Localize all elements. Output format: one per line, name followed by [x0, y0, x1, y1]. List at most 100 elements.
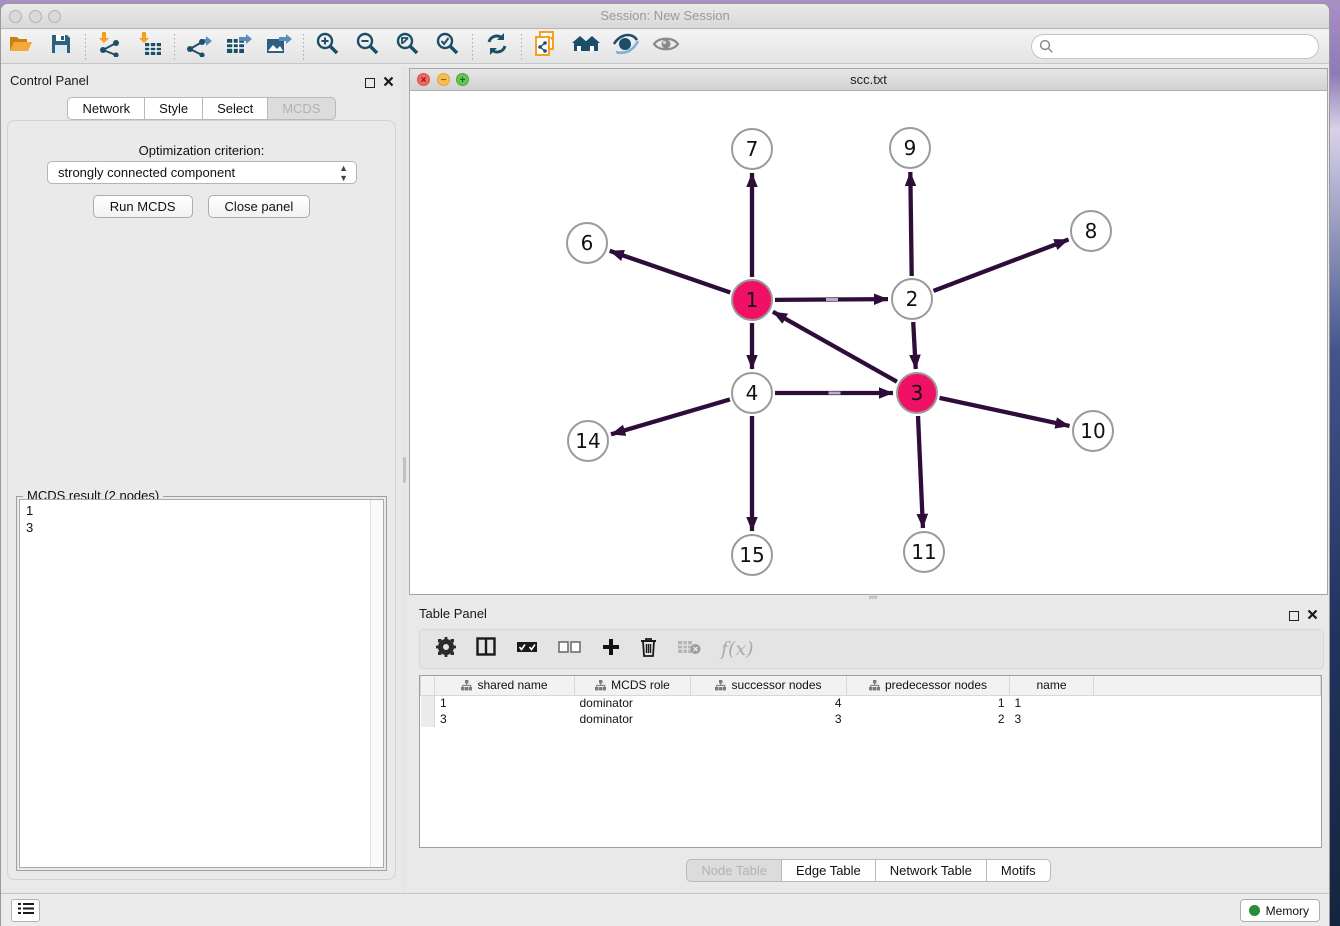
float-panel-icon[interactable] [365, 78, 375, 88]
criterion-value: strongly connected component [58, 165, 235, 180]
graph-node-1[interactable]: 1 [731, 279, 773, 321]
graph-node-3[interactable]: 3 [896, 372, 938, 414]
graph-edge-1-6[interactable] [610, 251, 731, 293]
table-panel: Table Panel [409, 599, 1328, 890]
main-region: Control Panel Network Style Select MCDS … [1, 65, 1329, 893]
zoom-in-button[interactable] [308, 32, 348, 62]
graph-edge-3-10[interactable] [939, 398, 1069, 426]
tab-style[interactable]: Style [145, 97, 203, 120]
graph-node-14[interactable]: 14 [567, 420, 609, 462]
gear-icon[interactable] [436, 637, 456, 662]
memory-label: Memory [1266, 904, 1309, 918]
export-network-button[interactable] [179, 32, 219, 62]
column-header-shared-name[interactable]: shared name [435, 676, 575, 695]
graph-node-4[interactable]: 4 [731, 372, 773, 414]
layout-refresh-button[interactable] [477, 32, 517, 62]
export-table-button[interactable] [219, 32, 259, 62]
graph-edge-2-3[interactable] [913, 322, 916, 369]
tab-network[interactable]: Network [67, 97, 145, 120]
table-panel-header: Table Panel [409, 601, 1328, 625]
search-input[interactable] [1031, 34, 1319, 59]
row-header [421, 695, 435, 711]
graph-node-7[interactable]: 7 [731, 128, 773, 170]
graph-node-6[interactable]: 6 [566, 222, 608, 264]
graph-edges-layer [410, 91, 1327, 594]
graph-node-2[interactable]: 2 [891, 278, 933, 320]
eye-icon [652, 35, 680, 58]
toolbar-separator [85, 34, 86, 60]
open-session-icon [8, 33, 34, 60]
column-header-successor-nodes[interactable]: successor nodes [691, 676, 847, 695]
search-icon [1039, 39, 1054, 59]
graph-edge-2-8[interactable] [934, 240, 1069, 291]
mcds-result-text[interactable]: 1 3 [19, 499, 384, 868]
memory-button[interactable]: Memory [1240, 899, 1320, 922]
select-all-icon[interactable] [516, 640, 538, 659]
column-header-predecessor-nodes[interactable]: predecessor nodes [847, 676, 1010, 695]
delete-table-icon [677, 639, 701, 660]
task-history-button[interactable] [11, 899, 40, 922]
import-table-button[interactable] [130, 32, 170, 62]
tab-network-table[interactable]: Network Table [876, 859, 987, 882]
add-column-icon[interactable] [602, 638, 620, 661]
graph-node-9[interactable]: 9 [889, 127, 931, 169]
float-table-panel-icon[interactable] [1289, 611, 1299, 621]
columns-icon[interactable] [476, 637, 496, 661]
graph-edge-4-14[interactable] [611, 399, 730, 434]
table-row[interactable]: 1 dominator 4 1 1 [421, 695, 1321, 711]
result-scrollbar[interactable] [370, 500, 383, 867]
tab-edge-table[interactable]: Edge Table [782, 859, 876, 882]
run-mcds-button[interactable]: Run MCDS [93, 195, 193, 218]
delete-icon[interactable] [640, 637, 657, 662]
import-network-button[interactable] [90, 32, 130, 62]
table-header-row: shared name MCDS role successor nodes pr… [421, 676, 1321, 695]
column-header-mcds-role[interactable]: MCDS role [575, 676, 691, 695]
graph-edge-3-1[interactable] [773, 312, 897, 382]
column-header-name[interactable]: name [1010, 676, 1094, 695]
right-pane: × − + scc.txt 7968124314101511 [407, 65, 1328, 893]
table-toolbar: f(x) [419, 629, 1324, 669]
graph-edge-2-9[interactable] [910, 172, 911, 276]
zoom-selected-icon [435, 31, 461, 62]
graph-node-10[interactable]: 10 [1072, 410, 1114, 452]
tab-node-table[interactable]: Node Table [686, 859, 782, 882]
row-header [421, 676, 435, 695]
tab-motifs[interactable]: Motifs [987, 859, 1051, 882]
toolbar-separator [472, 34, 473, 60]
table-panel-title: Table Panel [419, 606, 487, 621]
zoom-out-button[interactable] [348, 32, 388, 62]
zoom-fit-button[interactable] [388, 32, 428, 62]
toggle-details-button[interactable] [606, 32, 646, 62]
tab-select[interactable]: Select [203, 97, 268, 120]
criterion-select[interactable]: strongly connected component ▲▼ [47, 161, 357, 184]
close-panel-icon[interactable] [383, 74, 394, 92]
network-canvas[interactable]: 7 9 6 8 1 2 4 3 14 10 15 11 [410, 91, 1327, 594]
node-table[interactable]: shared name MCDS role successor nodes pr… [419, 675, 1322, 848]
network-view-window: × − + scc.txt 7968124314101511 [409, 68, 1328, 595]
open-session-button[interactable] [1, 32, 41, 62]
graph-node-15[interactable]: 15 [731, 534, 773, 576]
close-panel-button[interactable]: Close panel [208, 195, 311, 218]
deselect-all-icon[interactable] [558, 640, 582, 659]
clone-network-button[interactable] [526, 32, 566, 62]
zoom-fit-icon [395, 31, 421, 62]
tab-mcds[interactable]: MCDS [268, 97, 335, 120]
zoom-selected-button[interactable] [428, 32, 468, 62]
list-icon [18, 902, 34, 920]
table-row[interactable]: 3 dominator 3 2 3 [421, 711, 1321, 727]
save-session-button[interactable] [41, 32, 81, 62]
graph-node-11[interactable]: 11 [903, 531, 945, 573]
mcds-tab-pane: Optimization criterion: strongly connect… [7, 120, 396, 880]
memory-status-icon [1249, 905, 1260, 916]
export-image-button[interactable] [259, 32, 299, 62]
status-bar: Memory [1, 893, 1329, 926]
toolbar-separator [521, 34, 522, 60]
optimization-criterion-label: Optimization criterion: [8, 143, 395, 158]
zoom-in-icon [315, 31, 341, 62]
graph-node-8[interactable]: 8 [1070, 210, 1112, 252]
export-image-icon [265, 31, 293, 62]
close-table-panel-icon[interactable] [1307, 607, 1318, 625]
eye-button[interactable] [646, 32, 686, 62]
graph-edge-3-11[interactable] [918, 416, 923, 528]
home-button[interactable] [566, 32, 606, 62]
